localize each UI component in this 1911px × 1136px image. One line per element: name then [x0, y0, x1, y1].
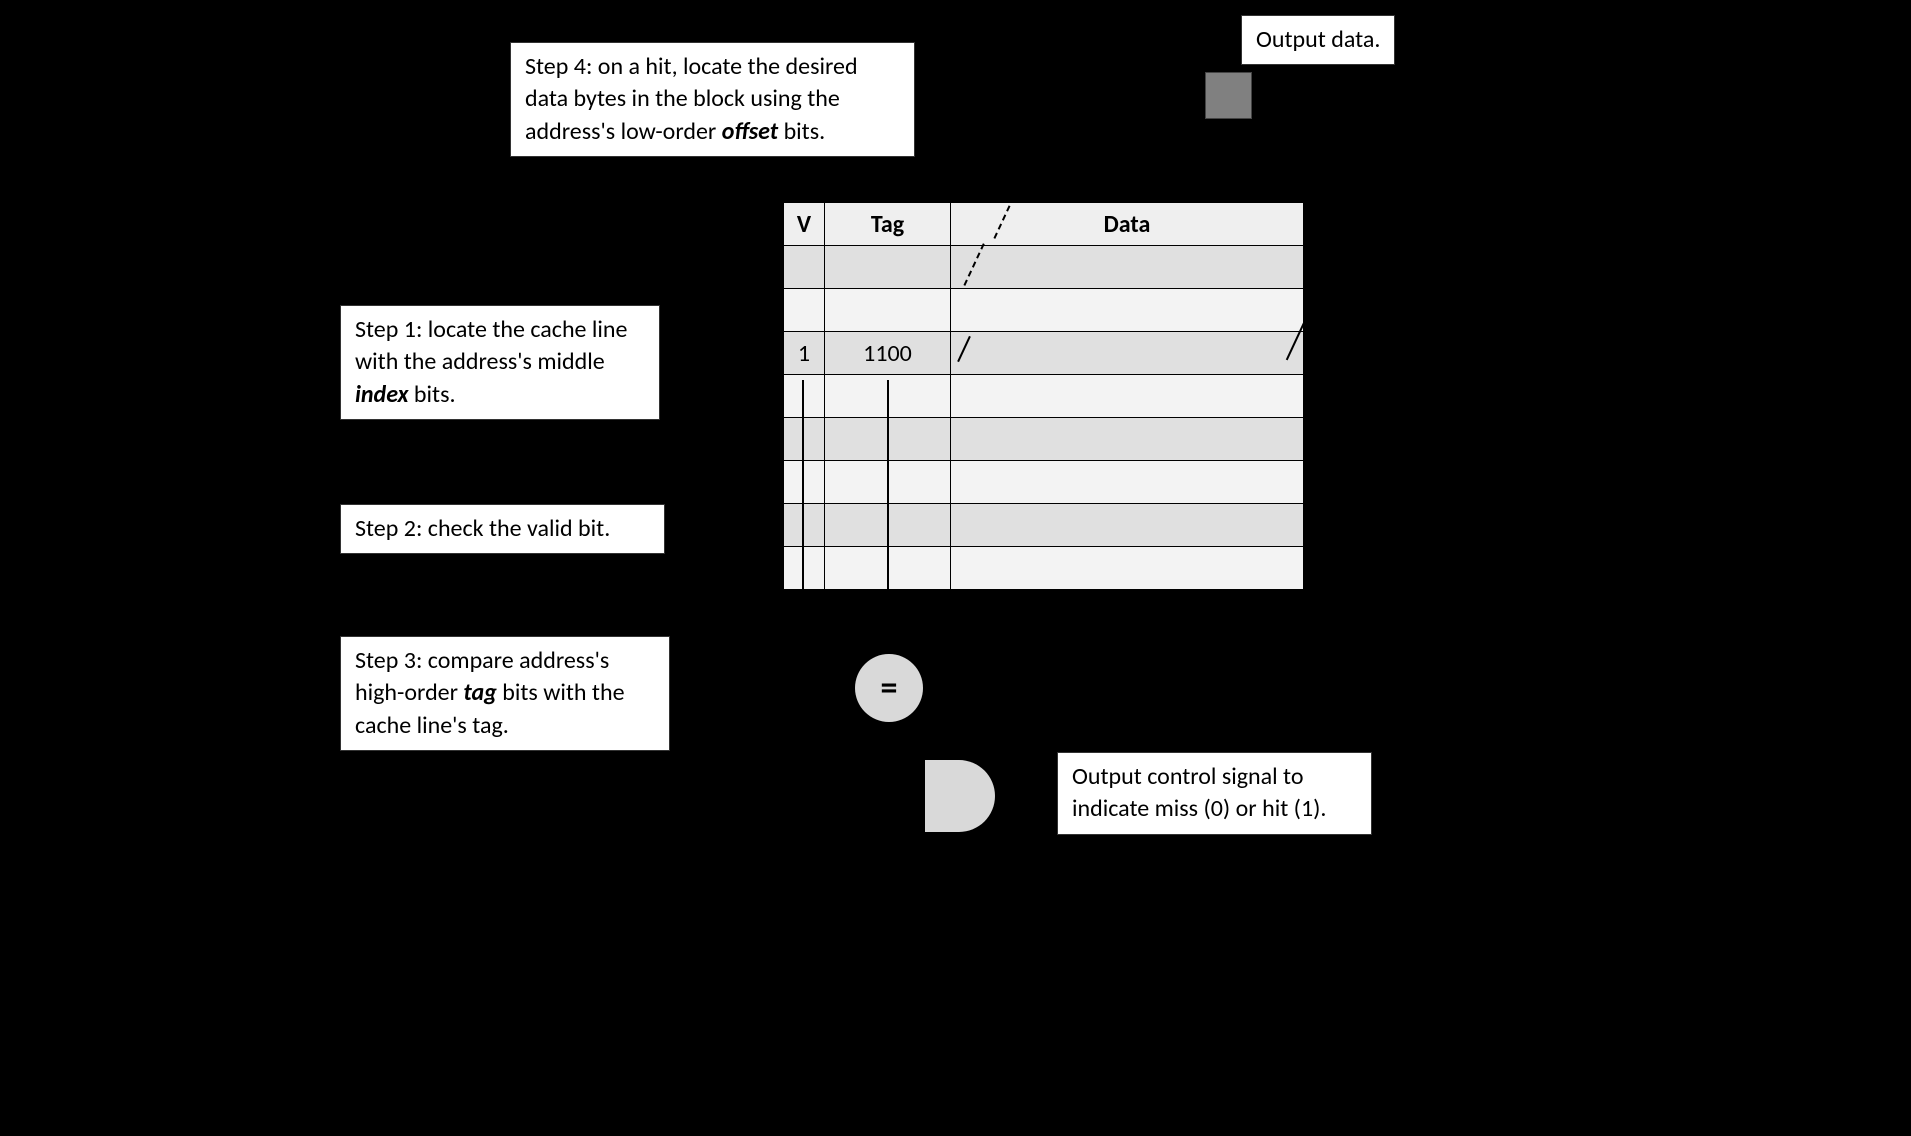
- cell-data: [951, 461, 1304, 504]
- table-header-row: V Tag Data: [784, 203, 1304, 246]
- step1-bold: index: [355, 380, 408, 409]
- and-gate-icon: [925, 760, 995, 832]
- cell-v: [784, 375, 825, 418]
- cell-v: [784, 547, 825, 590]
- cache-table: V Tag Data 11100: [783, 202, 1304, 590]
- step4-box: Step 4: on a hit, locate the desired dat…: [510, 42, 915, 157]
- wire-line: [887, 380, 889, 600]
- header-v: V: [784, 203, 825, 246]
- cell-v: [784, 246, 825, 289]
- table-row: [784, 246, 1304, 289]
- cell-data: [951, 246, 1304, 289]
- cell-data: [951, 504, 1304, 547]
- step1-pre: Step 1: locate the cache line with the a…: [355, 315, 627, 376]
- cell-v: [784, 504, 825, 547]
- output-signal-box: Output control signal to indicate miss (…: [1057, 752, 1372, 835]
- cell-v: [784, 418, 825, 461]
- table-row: 11100: [784, 332, 1304, 375]
- step3-bold: tag: [463, 678, 496, 707]
- step4-bold: offset: [722, 117, 778, 146]
- comparator-icon: =: [855, 654, 923, 722]
- step1-box: Step 1: locate the cache line with the a…: [340, 305, 660, 420]
- table-row: [784, 547, 1304, 590]
- cell-data: [951, 375, 1304, 418]
- output-data-byte-icon: [1205, 72, 1252, 119]
- cell-data: [951, 418, 1304, 461]
- header-tag: Tag: [825, 203, 951, 246]
- step4-post: bits.: [778, 117, 825, 146]
- step2-box: Step 2: check the valid bit.: [340, 504, 665, 554]
- cell-tag: 1100: [825, 332, 951, 375]
- step3-box: Step 3: compare address's high-order tag…: [340, 636, 670, 751]
- table-row: [784, 461, 1304, 504]
- table-row: [784, 289, 1304, 332]
- table-row: [784, 418, 1304, 461]
- cell-data: [951, 289, 1304, 332]
- cell-data: [951, 332, 1304, 375]
- cell-v: [784, 461, 825, 504]
- wire-line: [802, 380, 804, 600]
- cell-tag: [825, 289, 951, 332]
- table-row: [784, 504, 1304, 547]
- output-data-label: Output data.: [1241, 15, 1395, 65]
- cell-data: [951, 547, 1304, 590]
- cell-v: [784, 289, 825, 332]
- cell-v: 1: [784, 332, 825, 375]
- table-row: [784, 375, 1304, 418]
- cell-tag: [825, 246, 951, 289]
- step1-post: bits.: [408, 380, 455, 409]
